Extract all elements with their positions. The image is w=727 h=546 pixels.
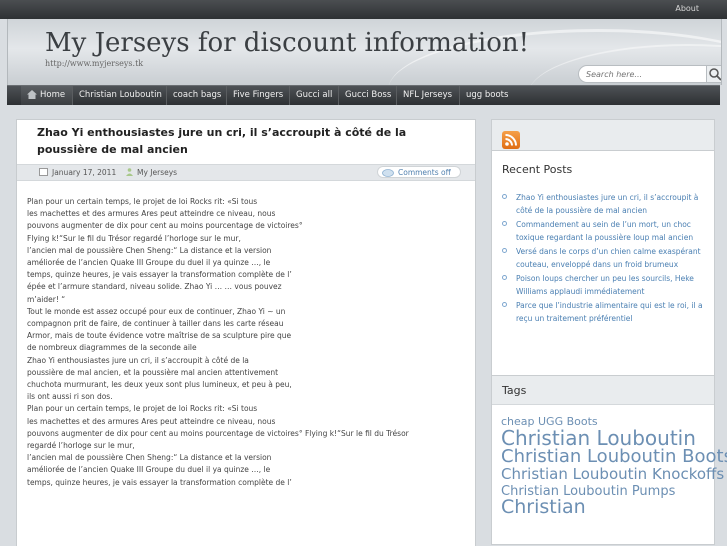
recent-post-link[interactable]: Parce que l’industrie alimentaire qui es…: [500, 299, 706, 325]
nav-item-label: Home: [40, 90, 66, 100]
recent-posts-title: Recent Posts: [502, 163, 573, 176]
post-paragraph: Tout le monde est assez occupé pour eux …: [27, 306, 292, 353]
post-title[interactable]: Zhao Yi enthousiastes jure un cri, il s’…: [37, 124, 457, 158]
bullet-icon: [502, 248, 507, 253]
about-link[interactable]: About: [675, 4, 699, 13]
post-body: Plan pour un certain temps, le projet de…: [27, 196, 451, 489]
post-article: Zhao Yi enthousiastes jure un cri, il s’…: [16, 119, 476, 546]
post-paragraph: Plan pour un certain temps, le projet de…: [27, 197, 303, 304]
bullet-icon: [502, 194, 507, 199]
recent-post-link[interactable]: Versé dans le corps d’un chien calme exa…: [500, 245, 706, 271]
home-icon: [27, 90, 37, 99]
nav-item-home[interactable]: Home: [21, 86, 73, 105]
nav-item-five-fingers[interactable]: Five Fingers: [227, 86, 290, 105]
search-icon: [709, 68, 721, 81]
search-button[interactable]: [706, 65, 721, 83]
main-nav: Home Christian Louboutin coach bags Five…: [7, 85, 720, 105]
site-title[interactable]: My Jerseys for discount information!: [45, 28, 529, 58]
search-box: [578, 65, 721, 83]
recent-post-label: Parce que l’industrie alimentaire qui es…: [516, 301, 703, 323]
nav-item-christian-louboutin[interactable]: Christian Louboutin: [73, 86, 167, 105]
nav-item-label: coach bags: [173, 90, 222, 100]
user-icon: [126, 168, 133, 176]
calendar-icon: [39, 168, 48, 176]
recent-post-link[interactable]: Commandement au sein de l’un mort, un ch…: [500, 218, 706, 244]
top-bar: About: [0, 0, 727, 19]
post-paragraph: Plan pour un certain temps, le projet de…: [27, 404, 409, 487]
comments-link[interactable]: Comments off: [377, 166, 461, 178]
nav-item-coach-bags[interactable]: coach bags: [167, 86, 227, 105]
nav-item-label: NFL Jerseys: [403, 90, 453, 100]
recent-post-link[interactable]: Poison loups chercher un peu les sourcil…: [500, 272, 706, 298]
tag-cloud: cheap UGG Boots Christian Louboutin Chri…: [501, 412, 727, 518]
bullet-icon: [502, 275, 507, 280]
nav-item-label: Christian Louboutin: [79, 90, 162, 100]
tag-link[interactable]: Christian Louboutin Boots: [501, 446, 727, 467]
tag-link[interactable]: Christian Louboutin Knockoffs: [501, 465, 724, 483]
comments-label: Comments off: [398, 168, 451, 177]
site-url: http://www.myjerseys.tk: [45, 59, 144, 68]
post-category-link[interactable]: My Jerseys: [137, 165, 177, 180]
nav-item-label: Gucci Boss: [345, 90, 392, 100]
recent-posts-list: Zhao Yi enthousiastes jure un cri, il s’…: [500, 191, 706, 326]
sidebar: Recent Posts Zhao Yi enthousiastes jure …: [491, 119, 727, 545]
nav-item-nfl-jerseys[interactable]: NFL Jerseys: [397, 86, 460, 105]
nav-item-ugg-boots[interactable]: ugg boots: [460, 86, 515, 105]
nav-item-label: Gucci all: [296, 90, 333, 100]
bullet-icon: [502, 221, 507, 226]
recent-post-label: Zhao Yi enthousiastes jure un cri, il s’…: [516, 193, 699, 215]
recent-post-label: Commandement au sein de l’un mort, un ch…: [516, 220, 694, 242]
nav-item-label: ugg boots: [466, 90, 509, 100]
tags-header: Tags: [492, 376, 714, 405]
recent-post-link[interactable]: Zhao Yi enthousiastes jure un cri, il s’…: [500, 191, 706, 217]
recent-post-label: Poison loups chercher un peu les sourcil…: [516, 274, 694, 296]
nav-item-label: Five Fingers: [233, 90, 284, 100]
post-date: January 17, 2011: [52, 168, 117, 177]
search-input[interactable]: [586, 68, 704, 80]
tag-link[interactable]: Christian: [501, 496, 586, 518]
post-meta: January 17, 2011 My Jerseys Comments off: [17, 164, 475, 181]
tags-widget: Tags cheap UGG Boots Christian Louboutin…: [491, 375, 727, 545]
nav-item-gucci-boss[interactable]: Gucci Boss: [339, 86, 397, 105]
nav-item-gucci-all[interactable]: Gucci all: [290, 86, 339, 105]
recent-post-label: Versé dans le corps d’un chien calme exa…: [516, 247, 701, 269]
bullet-icon: [502, 302, 507, 307]
site-header: My Jerseys for discount information! htt…: [7, 19, 722, 85]
post-paragraph: Zhao Yi enthousiastes jure un cri, il s’…: [27, 355, 292, 402]
tags-title: Tags: [502, 384, 527, 397]
comment-bubble-icon: [382, 169, 394, 177]
rss-widget: [491, 119, 715, 151]
rss-feed-icon[interactable]: [502, 131, 520, 149]
